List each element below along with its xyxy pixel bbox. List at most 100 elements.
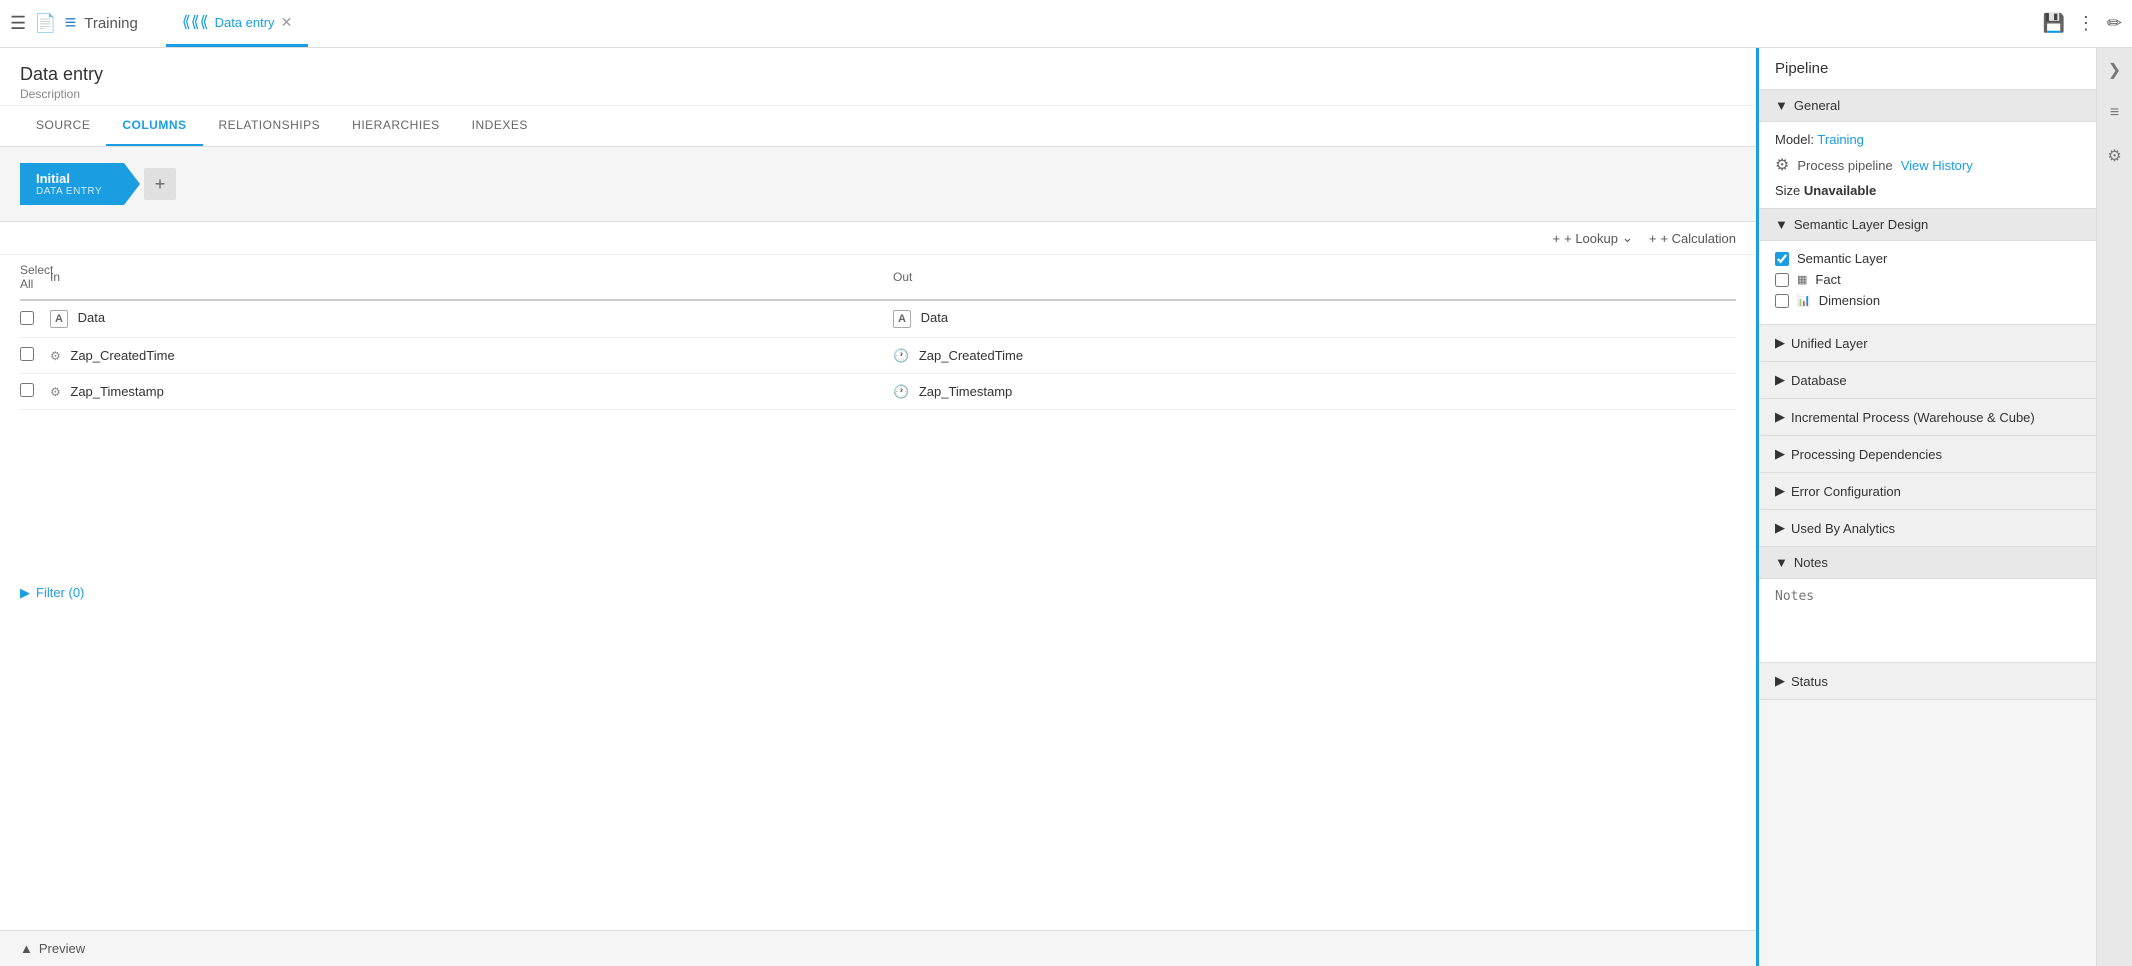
column-table: Select All In Out A Data A Data [0, 255, 1756, 573]
edit-icon[interactable]: ✏ [2107, 13, 2122, 34]
row-checkbox-zap-timestamp[interactable] [20, 383, 50, 400]
view-history-link[interactable]: View History [1901, 158, 1973, 173]
pipeline-step-initial[interactable]: Initial DATA ENTRY [20, 163, 140, 205]
out-column-header: Out [893, 270, 1736, 284]
processing-deps-arrow: ▶ [1775, 446, 1785, 462]
side-layers-icon[interactable]: ≡ [2106, 100, 2123, 126]
out-zap-timestamp-name: Zap_Timestamp [919, 384, 1012, 399]
tab-hierarchies[interactable]: HIERARCHIES [336, 106, 456, 146]
size-row: Size Unavailable [1775, 183, 2080, 198]
clock-out-icon-2: 🕐 [893, 384, 909, 399]
status-arrow-icon: ▶ [1775, 673, 1785, 689]
layers-icon: ≡ [65, 12, 77, 35]
data-entry-tab-label: Data entry [215, 15, 275, 30]
processing-deps-section[interactable]: ▶ Processing Dependencies [1759, 436, 2096, 473]
pipeline-step-inner: Initial DATA ENTRY [36, 171, 102, 197]
dimension-label: Dimension [1819, 293, 1880, 308]
general-section-header[interactable]: ▼ General [1759, 90, 2096, 122]
filter-label: Filter (0) [36, 585, 84, 600]
notes-textarea[interactable] [1759, 579, 2096, 659]
semantic-layer-content: Semantic Layer ▦ Fact 📊 Dimension [1759, 241, 2096, 325]
in-zap-timestamp-name: Zap_Timestamp [70, 384, 163, 399]
incremental-label: Incremental Process (Warehouse & Cube) [1791, 410, 2035, 425]
dimension-icon: 📊 [1797, 294, 1811, 307]
preview-section[interactable]: ▲ Preview [0, 930, 1756, 966]
side-collapse-icon[interactable]: ❯ [2104, 56, 2125, 84]
dimension-checkbox[interactable] [1775, 294, 1789, 308]
fact-row: ▦ Fact [1775, 272, 2080, 287]
lookup-button[interactable]: + + Lookup ⌄ [1553, 230, 1633, 246]
semantic-section-header[interactable]: ▼ Semantic Layer Design [1759, 209, 2096, 241]
tab-indexes[interactable]: INDEXES [456, 106, 544, 146]
side-icons-panel: ❯ ≡ ⚙ [2096, 48, 2132, 966]
error-config-section[interactable]: ▶ Error Configuration [1759, 473, 2096, 510]
status-label: Status [1791, 674, 1828, 689]
row-checkbox-zap-created[interactable] [20, 347, 50, 364]
notes-header-label: Notes [1794, 555, 1828, 570]
select-all-header: Select All [20, 263, 50, 291]
incremental-section[interactable]: ▶ Incremental Process (Warehouse & Cube) [1759, 399, 2096, 436]
semantic-layer-checkbox[interactable] [1775, 252, 1789, 266]
fact-checkbox[interactable] [1775, 273, 1789, 287]
filter-toggle[interactable]: ▶ Filter (0) [20, 585, 1736, 601]
step-title: Initial [36, 171, 102, 186]
model-line: Model: Training [1775, 132, 2080, 147]
data-type-icon-data: A [50, 310, 68, 328]
used-by-analytics-section[interactable]: ▶ Used By Analytics [1759, 510, 2096, 547]
tab-relationships[interactable]: RELATIONSHIPS [203, 106, 337, 146]
unified-layer-section[interactable]: ▶ Unified Layer [1759, 325, 2096, 362]
in-zap-created-name: Zap_CreatedTime [70, 348, 174, 363]
content-spacer [0, 613, 1756, 931]
main-layout: Data entry Description SOURCE COLUMNS RE… [0, 48, 2132, 966]
tab-source[interactable]: SOURCE [20, 106, 106, 146]
page-title: Data entry [20, 64, 1736, 85]
model-name-link[interactable]: Training [1817, 132, 1863, 147]
in-zap-created: ⚙ Zap_CreatedTime [50, 348, 893, 363]
semantic-layer-row: Semantic Layer [1775, 251, 2080, 266]
checkbox-zap-timestamp[interactable] [20, 383, 34, 397]
calculation-icon: + [1649, 231, 1657, 246]
notes-arrow-icon: ▼ [1775, 555, 1788, 570]
unified-layer-arrow: ▶ [1775, 335, 1785, 351]
model-label: Model: [1775, 132, 1814, 147]
row-checkbox-data[interactable] [20, 311, 50, 328]
more-options-icon[interactable]: ⋮ [2077, 13, 2095, 34]
save-icon[interactable]: 💾 [2042, 13, 2064, 34]
preview-chevron-icon: ▲ [20, 941, 33, 956]
filter-chevron-icon: ▶ [20, 585, 30, 601]
step-subtitle: DATA ENTRY [36, 186, 102, 197]
fact-label: Fact [1815, 272, 1840, 287]
side-settings-icon[interactable]: ⚙ [2103, 142, 2125, 170]
checkbox-zap-created[interactable] [20, 347, 34, 361]
dimension-row: 📊 Dimension [1775, 293, 2080, 308]
panel-title: Pipeline [1759, 48, 2096, 90]
out-zap-created-name: Zap_CreatedTime [919, 348, 1023, 363]
notes-header[interactable]: ▼ Notes [1759, 547, 2096, 579]
processing-deps-label: Processing Dependencies [1791, 447, 1942, 462]
calculation-label: + Calculation [1660, 231, 1736, 246]
calculation-button[interactable]: + + Calculation [1649, 231, 1736, 246]
checkbox-data[interactable] [20, 311, 34, 325]
tab-columns[interactable]: COLUMNS [106, 106, 202, 146]
in-data: A Data [50, 310, 893, 328]
pipeline-add-button[interactable]: + [144, 168, 176, 200]
process-pipeline-row: ⚙ Process pipeline View History [1775, 155, 2080, 175]
process-pipeline-label[interactable]: Process pipeline [1797, 158, 1892, 173]
semantic-layer-label: Semantic Layer [1797, 251, 1887, 266]
data-entry-tab[interactable]: ⟪⟪⟪ Data entry ✕ [166, 0, 308, 47]
size-value: Unavailable [1804, 183, 1876, 198]
app-title: Training [84, 15, 138, 32]
page-header: Data entry Description [0, 48, 1756, 106]
content-area: Data entry Description SOURCE COLUMNS RE… [0, 48, 1756, 966]
semantic-arrow-icon: ▼ [1775, 217, 1788, 232]
tab-close-icon[interactable]: ✕ [281, 14, 293, 31]
status-section[interactable]: ▶ Status [1759, 663, 2096, 700]
column-toolbar: + + Lookup ⌄ + + Calculation [0, 222, 1756, 255]
unified-layer-label: Unified Layer [1791, 336, 1868, 351]
hamburger-icon[interactable]: ☰ [10, 13, 26, 34]
database-section[interactable]: ▶ Database [1759, 362, 2096, 399]
out-type-icon-data: A [893, 310, 911, 328]
right-panel: Pipeline ▼ General Model: Training ⚙ Pro… [1756, 48, 2096, 966]
filter-section: ▶ Filter (0) [0, 573, 1756, 613]
new-doc-icon[interactable]: 📄 [34, 13, 56, 34]
